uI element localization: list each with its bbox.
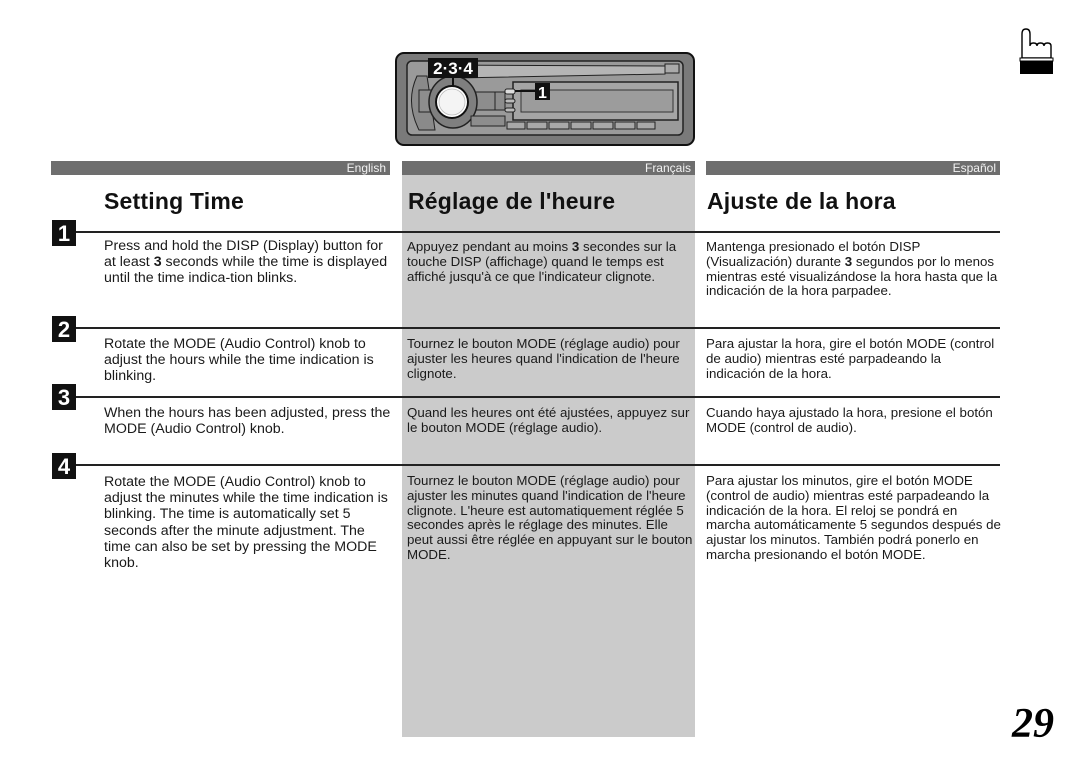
title-french: Réglage de l'heure (408, 188, 616, 214)
language-bar-french: Français (402, 161, 695, 175)
step-number-3: 3 (52, 384, 76, 410)
language-bar-english: English (51, 161, 390, 175)
step-3-spanish: Cuando haya ajustado la hora, presione e… (706, 405, 993, 435)
language-bar-spanish: Español (706, 161, 1000, 175)
callout-disp-label: 1 (538, 85, 547, 102)
callout-knob-label: 2·3·4 (433, 59, 473, 78)
step-2-english: Rotate the MODE (Audio Control) knob to … (104, 336, 374, 385)
step-2-spanish: Para ajustar la hora, gire el botón MODE… (706, 336, 995, 381)
step-divider (76, 396, 1000, 398)
step-4-spanish: Para ajustar los minutos, gire el botón … (706, 473, 1001, 562)
step-4-french: Tournez le bouton MODE (réglage audio) p… (407, 473, 693, 562)
step-number-1: 1 (52, 220, 76, 246)
step-2-french: Tournez le bouton MODE (réglage audio) p… (407, 336, 680, 381)
title-english: Setting Time (104, 188, 244, 214)
pointing-hand-icon (1019, 28, 1054, 74)
step-3-english: When the hours has been adjusted, press … (104, 405, 391, 438)
step-1-spanish: Mantenga presionado el botón DISP (Visua… (706, 239, 998, 299)
page-number: 29 (1012, 701, 1054, 747)
step-4-english: Rotate the MODE (Audio Control) knob to … (104, 474, 388, 572)
step-divider (76, 327, 1000, 329)
step-1-french: Appuyez pendant au moins 3 secondes sur … (407, 239, 677, 284)
step-number-2: 2 (52, 316, 76, 342)
step-divider (76, 464, 1000, 466)
step-3-french: Quand les heures ont été ajustées, appuy… (407, 405, 690, 435)
car-stereo-illustration: 2·3·4 1 (395, 52, 695, 146)
step-divider (76, 231, 1000, 233)
title-spanish: Ajuste de la hora (707, 188, 896, 214)
step-1-english: Press and hold the DISP (Display) button… (104, 238, 388, 287)
step-number-4: 4 (52, 453, 76, 479)
